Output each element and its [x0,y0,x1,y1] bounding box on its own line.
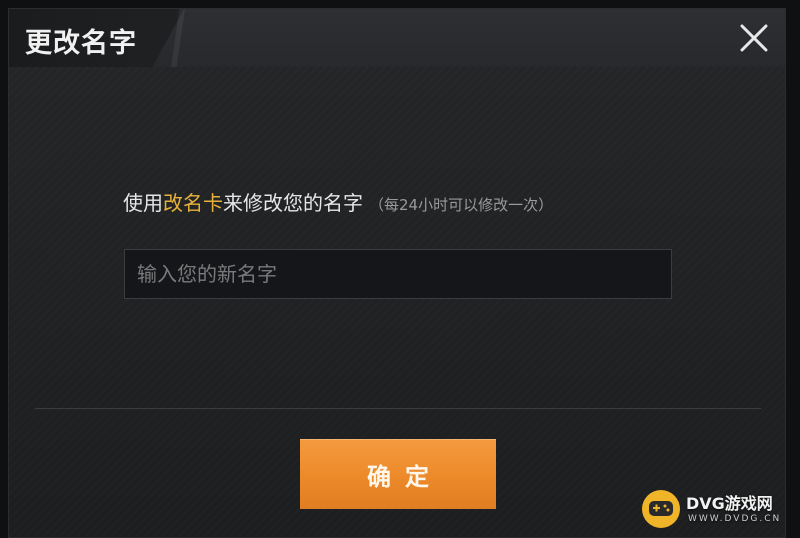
close-button[interactable] [737,21,771,55]
gamepad-icon [642,490,680,528]
divider [35,408,761,409]
prompt-prefix: 使用 [123,191,163,215]
dialog-title: 更改名字 [25,28,137,59]
cooldown-note: （每24小时可以修改一次） [369,196,554,214]
rename-prompt: 使用改名卡来修改您的名字 （每24小时可以修改一次） [123,187,553,216]
rename-dialog: 更改名字 使用改名卡来修改您的名字 （每24小时可以修改一次） 确定 [8,8,786,538]
prompt-suffix: 来修改您的名字 [223,191,363,215]
game-screen: 更改名字 使用改名卡来修改您的名字 （每24小时可以修改一次） 确定 [0,0,800,538]
dialog-titlebar: 更改名字 [9,9,785,67]
rename-card-item: 改名卡 [163,191,223,215]
confirm-button[interactable]: 确定 [300,439,496,509]
watermark-site: WWW.DVDG.CN [688,514,782,524]
site-watermark: DVG游戏网 WWW.DVDG.CN [642,488,794,532]
new-name-input[interactable] [124,249,672,299]
watermark-name: DVG游戏网 [686,494,773,513]
close-icon [740,24,768,52]
